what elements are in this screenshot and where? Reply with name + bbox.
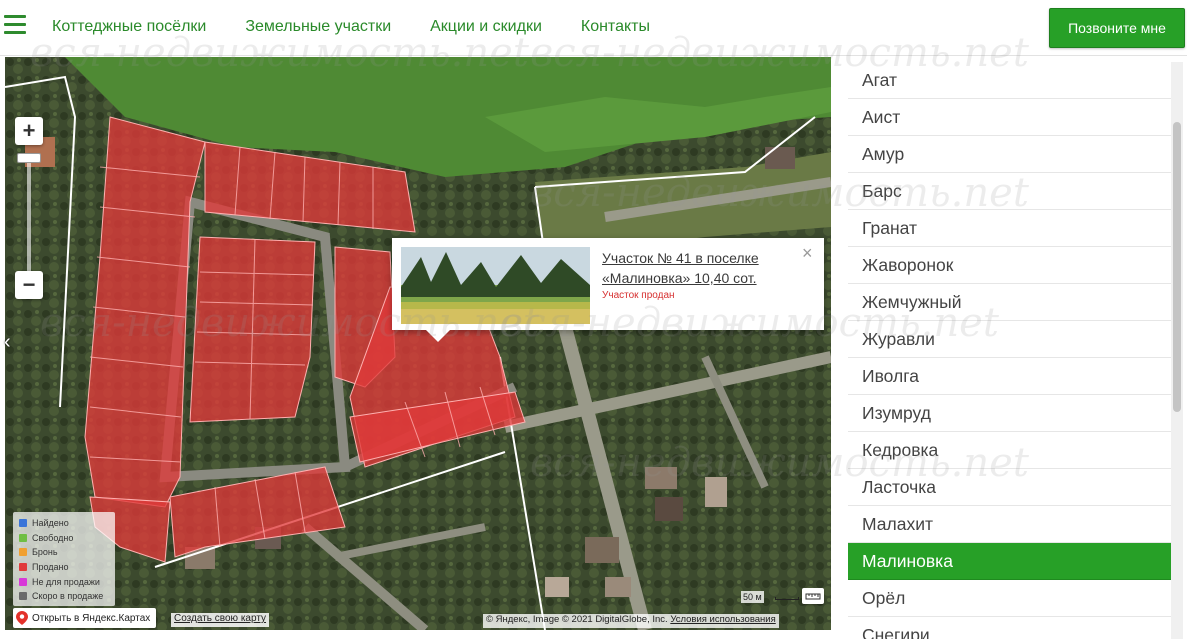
plot-photo xyxy=(401,247,590,324)
zoom-slider-track[interactable] xyxy=(27,157,31,277)
plot-status: Участок продан xyxy=(602,290,675,301)
village-item-oryol[interactable]: Орёл xyxy=(848,580,1171,617)
chevron-left-icon[interactable]: ‹ xyxy=(4,331,11,354)
nav-link-cottage-villages[interactable]: Коттеджные посёлки xyxy=(52,18,206,36)
legend-item: Продано xyxy=(19,560,115,575)
scrollbar-thumb[interactable] xyxy=(1173,122,1181,412)
nav-link-promotions[interactable]: Акции и скидки xyxy=(430,18,542,36)
plot-popup: Участок № 41 в поселке «Малиновка» 10,40… xyxy=(392,238,824,342)
village-item-zhuravli[interactable]: Журавли xyxy=(848,321,1171,358)
village-item-amur[interactable]: Амур xyxy=(848,136,1171,173)
create-map-link[interactable]: Создать свою карту xyxy=(171,613,270,627)
nav-link-contacts[interactable]: Контакты xyxy=(581,18,650,36)
ruler-icon[interactable] xyxy=(802,588,824,604)
zoom-out-button[interactable]: − xyxy=(15,271,43,299)
legend-item: Не для продажи xyxy=(19,574,115,589)
village-item-granat[interactable]: Гранат xyxy=(848,210,1171,247)
village-item-aist[interactable]: Аист xyxy=(848,99,1171,136)
village-item-lastochka[interactable]: Ласточка xyxy=(848,469,1171,506)
village-item-kedrovka[interactable]: Кедровка xyxy=(848,432,1171,469)
menu-icon[interactable] xyxy=(4,15,26,37)
site-header: Коттеджные посёлки Земельные участки Акц… xyxy=(0,0,1187,56)
village-item-ivolga[interactable]: Иволга xyxy=(848,358,1171,395)
village-item-zhemchuzhny[interactable]: Жемчужный xyxy=(848,284,1171,321)
plot-title-link[interactable]: Участок № 41 в поселке «Малиновка» 10,40… xyxy=(602,248,802,288)
legend-item: Найдено xyxy=(19,516,115,531)
map-pin-icon xyxy=(16,611,28,625)
close-icon[interactable]: × xyxy=(802,244,813,262)
satellite-image xyxy=(5,57,831,630)
map-copyright: © Яндекс, Image © 2021 DigitalGlobe, Inc… xyxy=(483,614,779,628)
main-nav: Коттеджные посёлки Земельные участки Акц… xyxy=(52,18,689,36)
zoom-in-button[interactable]: + xyxy=(15,117,43,145)
legend-item: Свободно xyxy=(19,531,115,546)
village-item-bars[interactable]: Барс xyxy=(848,173,1171,210)
nav-link-land-plots[interactable]: Земельные участки xyxy=(245,18,391,36)
open-yandex-maps-button[interactable]: Открыть в Яндекс.Картах xyxy=(13,608,157,628)
scale-label: 50 м xyxy=(741,591,764,603)
village-item-snegiri[interactable]: Снегири xyxy=(848,617,1171,639)
village-item-zhavoronok[interactable]: Жаворонок xyxy=(848,247,1171,284)
legend-item: Скоро в продаже xyxy=(19,589,115,604)
village-item-malinovka[interactable]: Малиновка xyxy=(848,543,1171,580)
zoom-slider-handle[interactable] xyxy=(17,153,41,163)
map-legend: Найдено Свободно Бронь Продано Не для пр… xyxy=(13,512,115,606)
village-list: Агат Аист Амур Барс Гранат Жаворонок Жем… xyxy=(848,62,1171,639)
call-me-button[interactable]: Позвоните мне xyxy=(1049,8,1185,48)
map-view[interactable]: + − Участок № 41 в поселке «Малиновка» 1… xyxy=(5,57,831,630)
village-item-izumrud[interactable]: Изумруд xyxy=(848,395,1171,432)
village-item-malakhit[interactable]: Малахит xyxy=(848,506,1171,543)
terms-link[interactable]: Условия использования xyxy=(670,614,775,625)
scale-bar xyxy=(775,597,799,600)
list-scrollbar[interactable] xyxy=(1171,62,1183,639)
village-item-agat[interactable]: Агат xyxy=(848,62,1171,99)
legend-item: Бронь xyxy=(19,545,115,560)
